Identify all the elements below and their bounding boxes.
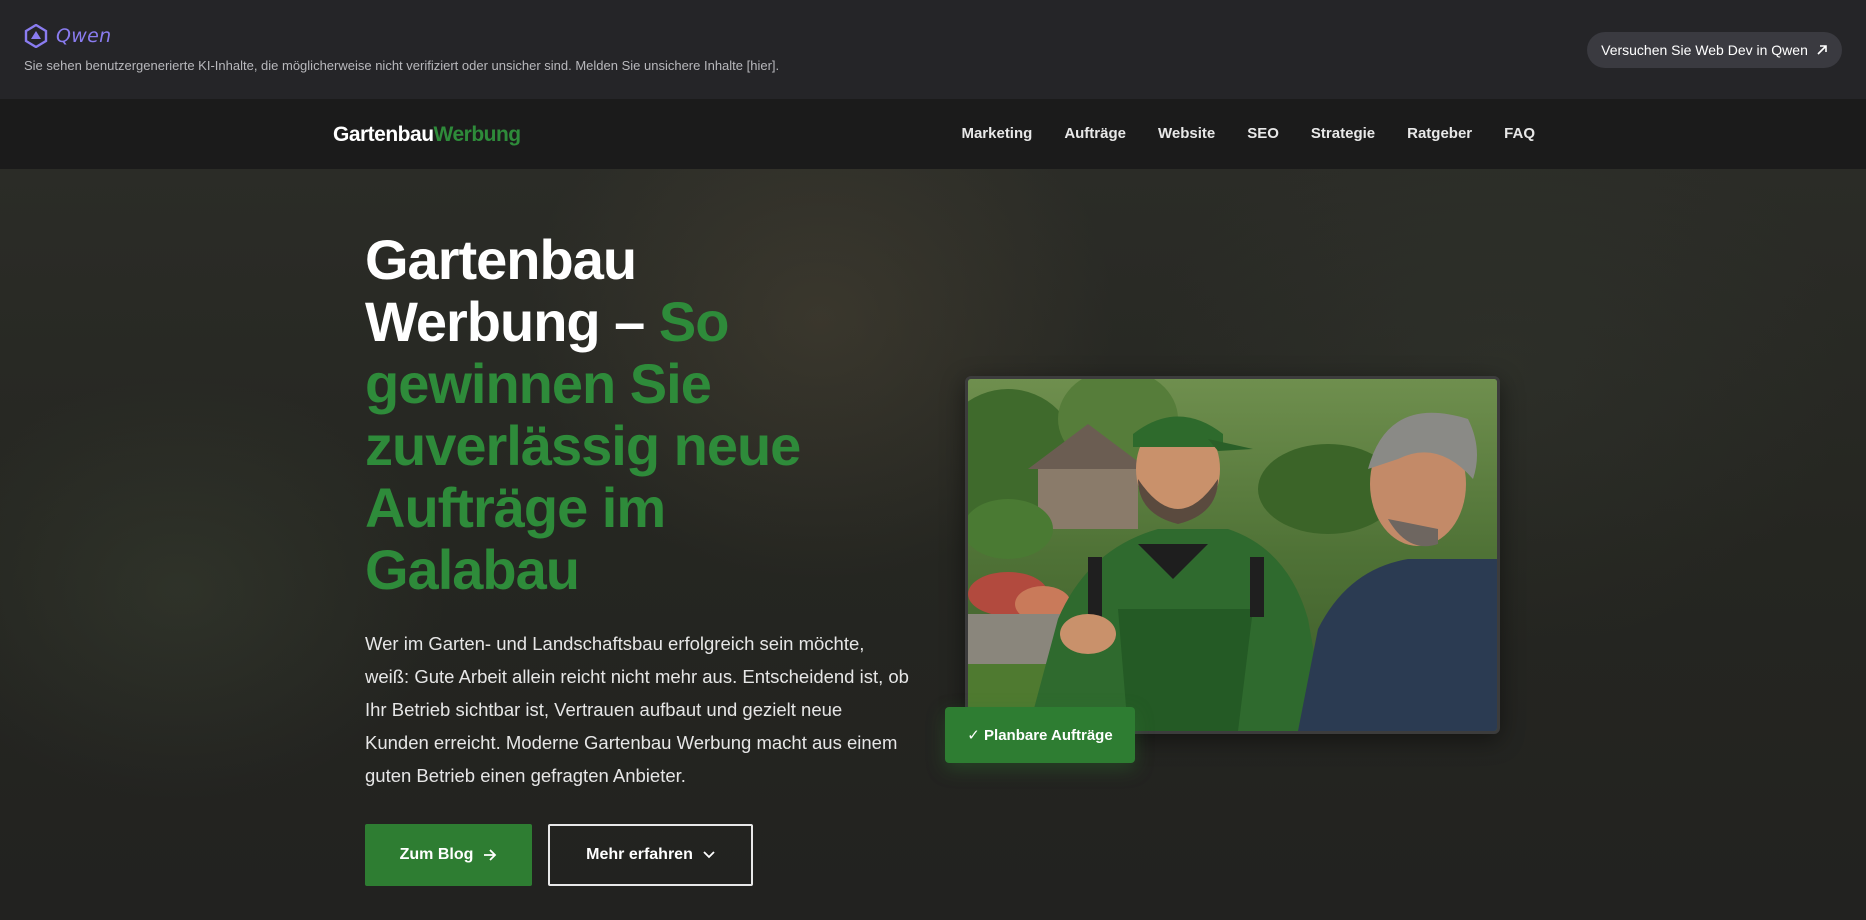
learn-more-button[interactable]: Mehr erfahren xyxy=(548,824,753,886)
site-header: GartenbauWerbung Marketing Aufträge Webs… xyxy=(0,99,1866,169)
nav-item-marketing[interactable]: Marketing xyxy=(961,125,1032,142)
qwen-logo-icon xyxy=(24,24,48,48)
nav-item-ratgeber[interactable]: Ratgeber xyxy=(1407,125,1472,142)
hero-section: Gartenbau Werbung – So gewinnen Sie zuve… xyxy=(0,169,1866,920)
nav-item-auftraege[interactable]: Aufträge xyxy=(1064,125,1126,142)
hero-description: Wer im Garten- und Landschaftsbau erfolg… xyxy=(365,633,909,786)
nav-item-faq[interactable]: FAQ xyxy=(1504,125,1535,142)
qwen-banner: Qwen Sie sehen benutzergenerierte KI-Inh… xyxy=(0,0,1866,99)
nav-item-strategie[interactable]: Strategie xyxy=(1311,125,1375,142)
blog-button[interactable]: Zum Blog xyxy=(365,824,532,886)
ai-content-notice: Sie sehen benutzergenerierte KI-Inhalte,… xyxy=(24,58,780,73)
try-web-dev-button[interactable]: Versuchen Sie Web Dev in Qwen xyxy=(1587,32,1842,68)
try-web-dev-label: Versuchen Sie Web Dev in Qwen xyxy=(1601,42,1808,58)
arrow-right-icon xyxy=(484,849,497,861)
gardener-photo xyxy=(965,376,1500,734)
blog-button-label: Zum Blog xyxy=(399,846,474,863)
main-menu: Marketing Aufträge Website SEO Strategie… xyxy=(961,125,1535,142)
learn-more-label: Mehr erfahren xyxy=(586,846,693,863)
hero-title-white: Gartenbau Werbung – xyxy=(365,228,659,353)
external-arrow-icon xyxy=(1817,45,1827,55)
qwen-logo-text: Qwen xyxy=(56,25,112,47)
chevron-down-icon xyxy=(703,851,715,859)
brand-part1: Gartenbau xyxy=(333,123,434,146)
brand-logo[interactable]: GartenbauWerbung xyxy=(333,123,521,147)
planbare-auftraege-badge: ✓ Planbare Aufträge xyxy=(945,707,1135,763)
hero-title: Gartenbau Werbung – So gewinnen Sie zuve… xyxy=(365,229,885,601)
gardener-illustration xyxy=(968,379,1497,731)
nav-item-website[interactable]: Website xyxy=(1158,125,1215,142)
brand-part2: Werbung xyxy=(433,123,522,146)
qwen-logo[interactable]: Qwen xyxy=(24,24,111,48)
nav-item-seo[interactable]: SEO xyxy=(1247,125,1279,142)
